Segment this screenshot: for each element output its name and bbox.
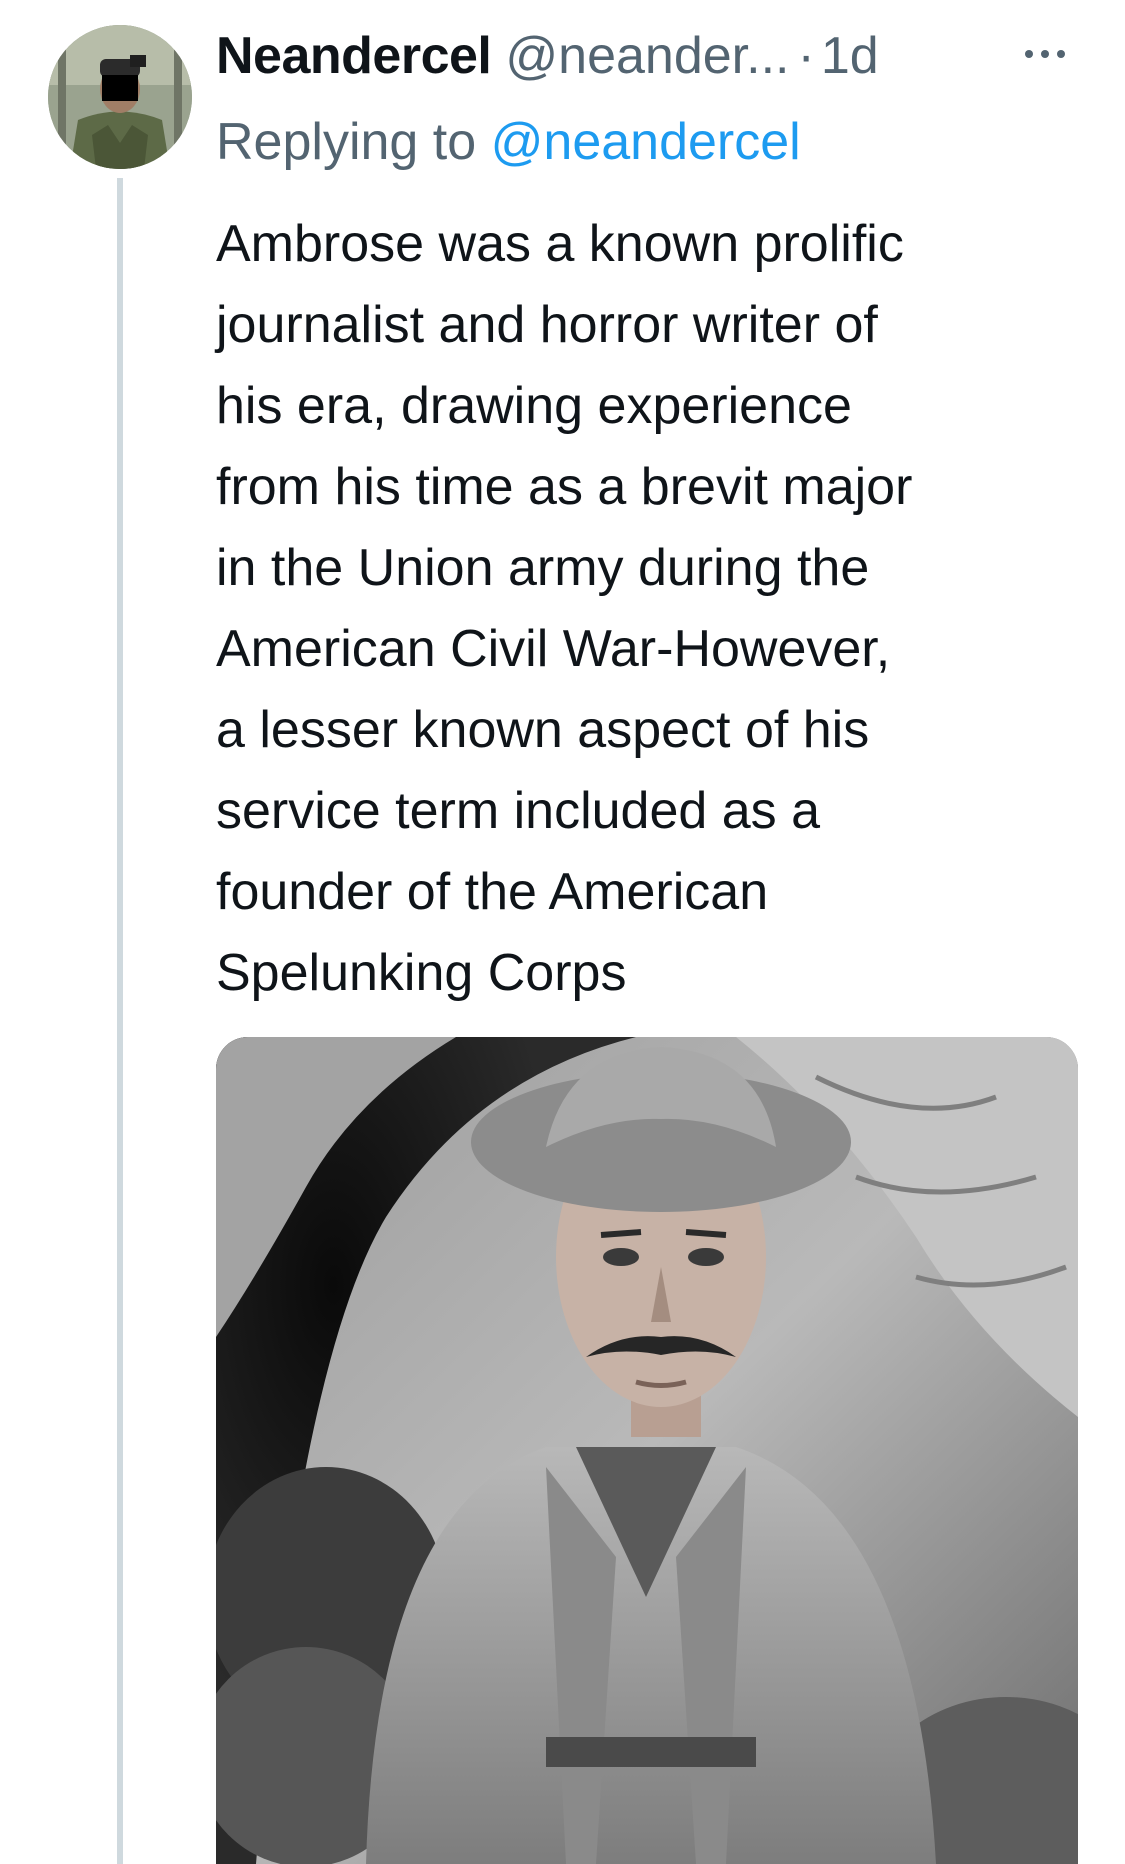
photo-spelunker-portrait [216,1037,1078,1864]
censor-bar [102,75,138,101]
tweet-text-line: American Civil War-However, [216,620,891,678]
replying-to: Replying to @neandercel [216,106,801,178]
thread-connector-line [117,178,123,1864]
tweet-header: Neandercel @neander... · 1d [216,20,879,92]
avatar[interactable] [48,25,192,169]
tweet-text-line: a lesser known aspect of his [216,701,870,759]
tweet-text-line: service term included as a [216,782,821,840]
replying-to-label: Replying to [216,113,477,171]
tweet-text-line: from his time as a brevit major [216,458,913,516]
timestamp[interactable]: 1d [821,20,879,92]
tweet-photo[interactable] [216,1037,1078,1864]
tweet-text-line: Spelunking Corps [216,944,627,1002]
display-name[interactable]: Neandercel [216,20,492,92]
tweet-text-line: journalist and horror writer of [216,296,878,354]
more-horizontal-icon[interactable] [1020,44,1070,64]
tweet-text-line: his era, drawing experience [216,377,852,435]
tweet-text: Ambrose was a known prolific journalist … [216,204,1096,1014]
tweet-text-line: Ambrose was a known prolific [216,215,904,273]
tweet-text-line: in the Union army during the [216,539,870,597]
user-handle[interactable]: @neander... [505,20,789,92]
separator-dot: · [797,27,815,85]
replying-to-handle-link[interactable]: @neandercel [491,113,801,171]
tweet-text-line: founder of the American [216,863,769,921]
avatar-image [48,25,192,169]
